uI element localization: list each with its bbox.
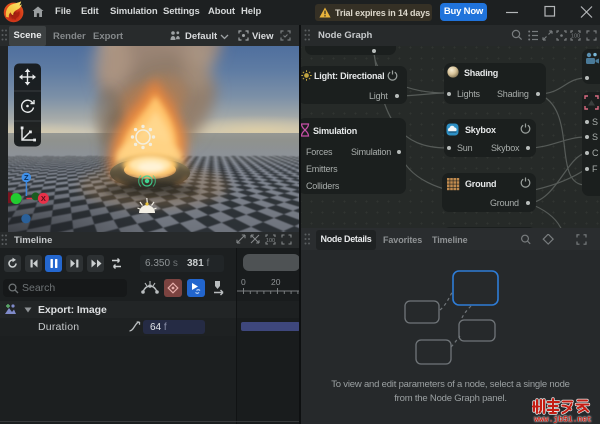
- svg-text:100: 100: [571, 34, 580, 40]
- svg-text:X: X: [41, 194, 46, 203]
- svg-text:www.jb51.net: www.jb51.net: [534, 416, 592, 424]
- svg-text:Z: Z: [24, 173, 29, 182]
- svg-text:100: 100: [266, 238, 275, 244]
